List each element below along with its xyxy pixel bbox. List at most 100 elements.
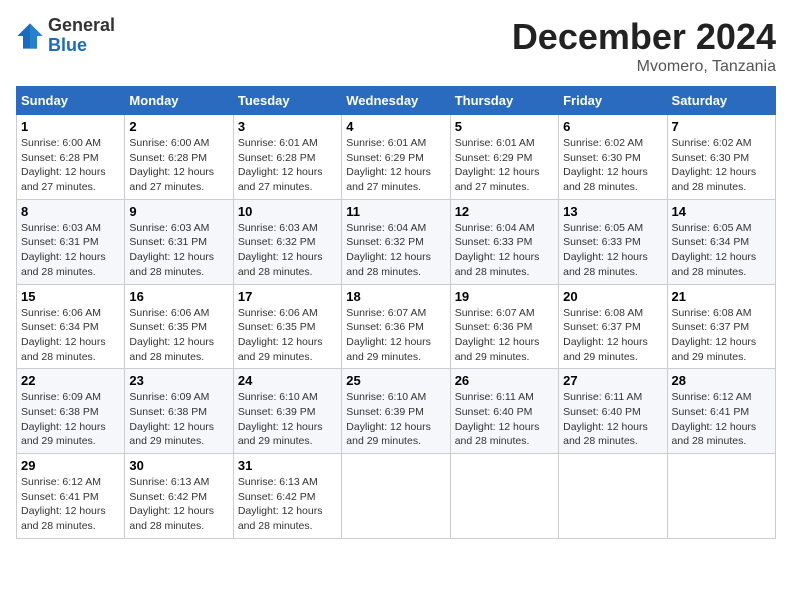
- day-number: 14: [672, 204, 771, 219]
- logo-text: General Blue: [48, 16, 115, 56]
- day-info: Sunrise: 6:13 AMSunset: 6:42 PMDaylight:…: [129, 476, 214, 532]
- day-info: Sunrise: 6:02 AMSunset: 6:30 PMDaylight:…: [672, 137, 757, 193]
- day-number: 9: [129, 204, 228, 219]
- day-number: 18: [346, 289, 445, 304]
- calendar-cell: [559, 454, 667, 539]
- calendar-cell: 8 Sunrise: 6:03 AMSunset: 6:31 PMDayligh…: [17, 199, 125, 284]
- day-number: 1: [21, 119, 120, 134]
- header-saturday: Saturday: [667, 87, 775, 115]
- header-sunday: Sunday: [17, 87, 125, 115]
- header-friday: Friday: [559, 87, 667, 115]
- day-number: 31: [238, 458, 337, 473]
- day-info: Sunrise: 6:11 AMSunset: 6:40 PMDaylight:…: [455, 391, 540, 447]
- day-info: Sunrise: 6:08 AMSunset: 6:37 PMDaylight:…: [672, 307, 757, 363]
- day-info: Sunrise: 6:01 AMSunset: 6:29 PMDaylight:…: [455, 137, 540, 193]
- day-number: 3: [238, 119, 337, 134]
- day-info: Sunrise: 6:10 AMSunset: 6:39 PMDaylight:…: [346, 391, 431, 447]
- calendar-cell: 15 Sunrise: 6:06 AMSunset: 6:34 PMDaylig…: [17, 284, 125, 369]
- header-tuesday: Tuesday: [233, 87, 341, 115]
- day-info: Sunrise: 6:06 AMSunset: 6:34 PMDaylight:…: [21, 307, 106, 363]
- calendar-cell: 28 Sunrise: 6:12 AMSunset: 6:41 PMDaylig…: [667, 369, 775, 454]
- calendar-cell: [342, 454, 450, 539]
- calendar-cell: 1 Sunrise: 6:00 AMSunset: 6:28 PMDayligh…: [17, 115, 125, 200]
- day-info: Sunrise: 6:07 AMSunset: 6:36 PMDaylight:…: [346, 307, 431, 363]
- calendar-cell: 19 Sunrise: 6:07 AMSunset: 6:36 PMDaylig…: [450, 284, 558, 369]
- day-info: Sunrise: 6:03 AMSunset: 6:32 PMDaylight:…: [238, 222, 323, 278]
- day-info: Sunrise: 6:00 AMSunset: 6:28 PMDaylight:…: [21, 137, 106, 193]
- week-row-4: 22 Sunrise: 6:09 AMSunset: 6:38 PMDaylig…: [17, 369, 776, 454]
- day-number: 12: [455, 204, 554, 219]
- calendar-cell: [450, 454, 558, 539]
- day-number: 20: [563, 289, 662, 304]
- day-info: Sunrise: 6:06 AMSunset: 6:35 PMDaylight:…: [129, 307, 214, 363]
- calendar-cell: 18 Sunrise: 6:07 AMSunset: 6:36 PMDaylig…: [342, 284, 450, 369]
- day-info: Sunrise: 6:04 AMSunset: 6:33 PMDaylight:…: [455, 222, 540, 278]
- calendar-cell: 3 Sunrise: 6:01 AMSunset: 6:28 PMDayligh…: [233, 115, 341, 200]
- title-area: December 2024 Mvomero, Tanzania: [512, 16, 776, 76]
- calendar-cell: 7 Sunrise: 6:02 AMSunset: 6:30 PMDayligh…: [667, 115, 775, 200]
- week-row-5: 29 Sunrise: 6:12 AMSunset: 6:41 PMDaylig…: [17, 454, 776, 539]
- logo-general-text: General: [48, 16, 115, 36]
- day-info: Sunrise: 6:13 AMSunset: 6:42 PMDaylight:…: [238, 476, 323, 532]
- day-number: 17: [238, 289, 337, 304]
- week-row-1: 1 Sunrise: 6:00 AMSunset: 6:28 PMDayligh…: [17, 115, 776, 200]
- day-info: Sunrise: 6:03 AMSunset: 6:31 PMDaylight:…: [21, 222, 106, 278]
- calendar-cell: 25 Sunrise: 6:10 AMSunset: 6:39 PMDaylig…: [342, 369, 450, 454]
- day-number: 24: [238, 373, 337, 388]
- day-number: 16: [129, 289, 228, 304]
- day-number: 7: [672, 119, 771, 134]
- week-row-2: 8 Sunrise: 6:03 AMSunset: 6:31 PMDayligh…: [17, 199, 776, 284]
- location-title: Mvomero, Tanzania: [512, 58, 776, 76]
- day-number: 4: [346, 119, 445, 134]
- day-info: Sunrise: 6:02 AMSunset: 6:30 PMDaylight:…: [563, 137, 648, 193]
- calendar-cell: 20 Sunrise: 6:08 AMSunset: 6:37 PMDaylig…: [559, 284, 667, 369]
- calendar-cell: 11 Sunrise: 6:04 AMSunset: 6:32 PMDaylig…: [342, 199, 450, 284]
- calendar-cell: 16 Sunrise: 6:06 AMSunset: 6:35 PMDaylig…: [125, 284, 233, 369]
- day-info: Sunrise: 6:04 AMSunset: 6:32 PMDaylight:…: [346, 222, 431, 278]
- day-number: 10: [238, 204, 337, 219]
- day-info: Sunrise: 6:09 AMSunset: 6:38 PMDaylight:…: [129, 391, 214, 447]
- calendar-cell: 9 Sunrise: 6:03 AMSunset: 6:31 PMDayligh…: [125, 199, 233, 284]
- calendar-cell: 24 Sunrise: 6:10 AMSunset: 6:39 PMDaylig…: [233, 369, 341, 454]
- day-number: 22: [21, 373, 120, 388]
- logo: General Blue: [16, 16, 115, 56]
- day-number: 27: [563, 373, 662, 388]
- day-info: Sunrise: 6:12 AMSunset: 6:41 PMDaylight:…: [672, 391, 757, 447]
- day-number: 13: [563, 204, 662, 219]
- day-info: Sunrise: 6:11 AMSunset: 6:40 PMDaylight:…: [563, 391, 648, 447]
- header-monday: Monday: [125, 87, 233, 115]
- day-info: Sunrise: 6:10 AMSunset: 6:39 PMDaylight:…: [238, 391, 323, 447]
- day-number: 5: [455, 119, 554, 134]
- header: General Blue December 2024 Mvomero, Tanz…: [16, 16, 776, 76]
- day-info: Sunrise: 6:01 AMSunset: 6:29 PMDaylight:…: [346, 137, 431, 193]
- calendar-cell: 31 Sunrise: 6:13 AMSunset: 6:42 PMDaylig…: [233, 454, 341, 539]
- day-number: 29: [21, 458, 120, 473]
- day-info: Sunrise: 6:08 AMSunset: 6:37 PMDaylight:…: [563, 307, 648, 363]
- day-info: Sunrise: 6:07 AMSunset: 6:36 PMDaylight:…: [455, 307, 540, 363]
- calendar-cell: 22 Sunrise: 6:09 AMSunset: 6:38 PMDaylig…: [17, 369, 125, 454]
- calendar-cell: 30 Sunrise: 6:13 AMSunset: 6:42 PMDaylig…: [125, 454, 233, 539]
- day-info: Sunrise: 6:05 AMSunset: 6:34 PMDaylight:…: [672, 222, 757, 278]
- day-number: 21: [672, 289, 771, 304]
- weekday-header-row: Sunday Monday Tuesday Wednesday Thursday…: [17, 87, 776, 115]
- calendar-cell: 14 Sunrise: 6:05 AMSunset: 6:34 PMDaylig…: [667, 199, 775, 284]
- header-thursday: Thursday: [450, 87, 558, 115]
- day-info: Sunrise: 6:01 AMSunset: 6:28 PMDaylight:…: [238, 137, 323, 193]
- calendar-cell: 2 Sunrise: 6:00 AMSunset: 6:28 PMDayligh…: [125, 115, 233, 200]
- week-row-3: 15 Sunrise: 6:06 AMSunset: 6:34 PMDaylig…: [17, 284, 776, 369]
- day-number: 15: [21, 289, 120, 304]
- day-info: Sunrise: 6:05 AMSunset: 6:33 PMDaylight:…: [563, 222, 648, 278]
- day-info: Sunrise: 6:03 AMSunset: 6:31 PMDaylight:…: [129, 222, 214, 278]
- calendar-cell: 6 Sunrise: 6:02 AMSunset: 6:30 PMDayligh…: [559, 115, 667, 200]
- day-info: Sunrise: 6:09 AMSunset: 6:38 PMDaylight:…: [21, 391, 106, 447]
- calendar-table: Sunday Monday Tuesday Wednesday Thursday…: [16, 86, 776, 539]
- calendar-cell: 23 Sunrise: 6:09 AMSunset: 6:38 PMDaylig…: [125, 369, 233, 454]
- day-number: 26: [455, 373, 554, 388]
- calendar-cell: 17 Sunrise: 6:06 AMSunset: 6:35 PMDaylig…: [233, 284, 341, 369]
- logo-icon: [16, 22, 44, 50]
- day-number: 28: [672, 373, 771, 388]
- day-info: Sunrise: 6:00 AMSunset: 6:28 PMDaylight:…: [129, 137, 214, 193]
- header-wednesday: Wednesday: [342, 87, 450, 115]
- calendar-cell: 27 Sunrise: 6:11 AMSunset: 6:40 PMDaylig…: [559, 369, 667, 454]
- day-number: 11: [346, 204, 445, 219]
